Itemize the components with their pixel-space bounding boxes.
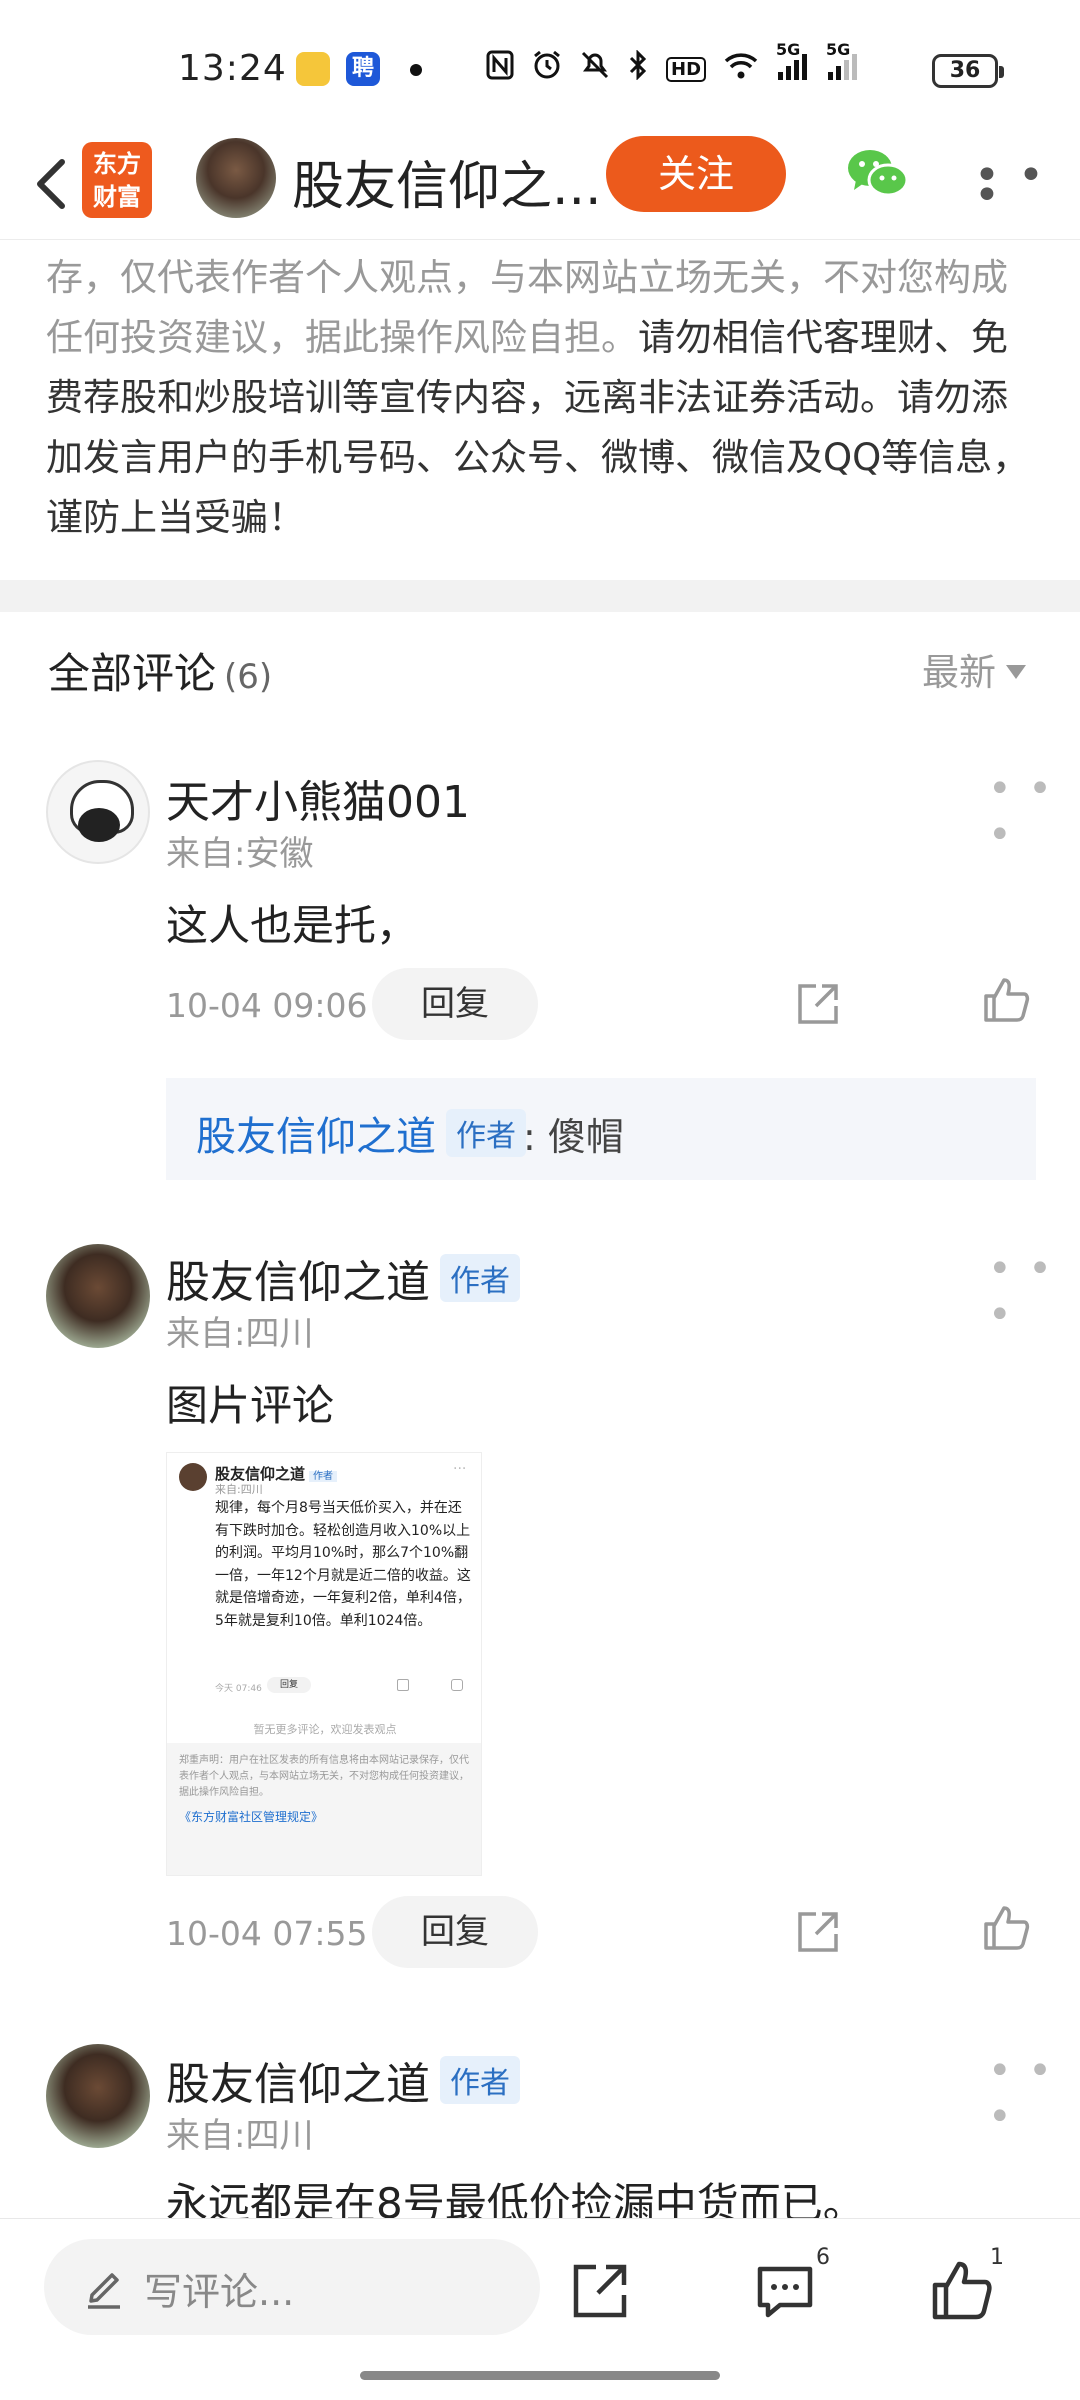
caret-down-icon: [1006, 665, 1026, 679]
share-button[interactable]: [570, 2261, 630, 2321]
recruit-app-icon: 聘: [346, 52, 380, 86]
image-author-badge: 作者: [309, 1471, 338, 1482]
image-like-icon: [451, 1679, 463, 1691]
image-location: 来自:四川: [215, 1483, 263, 1496]
commenter-avatar[interactable]: [46, 2044, 150, 2148]
comment-input[interactable]: 写评论...: [44, 2239, 540, 2335]
status-bar: 13:24 聘 HD 5G 5G 36: [0, 0, 1080, 130]
comments-title: 全部评论 (6): [48, 640, 272, 701]
image-disclaimer-text: 郑重声明：用户在社区发表的所有信息将由本网站记录保存，仅代表作者个人观点，与本网…: [179, 1755, 469, 1798]
comments-count: (6): [224, 657, 273, 697]
comment-body: 这人也是托，: [166, 901, 419, 950]
reply-preview[interactable]: 股友信仰之道 作者 : 傻帽: [166, 1078, 1036, 1180]
home-indicator[interactable]: [360, 2371, 720, 2380]
author-avatar[interactable]: [196, 138, 276, 218]
status-time: 13:24: [178, 48, 287, 89]
commenter-name[interactable]: 股友信仰之道 作者: [166, 2048, 520, 2112]
battery-icon: 36: [932, 54, 1004, 88]
image-avatar: [179, 1463, 207, 1491]
commenter-avatar[interactable]: [46, 1244, 150, 1348]
commenter-avatar[interactable]: [46, 760, 150, 864]
reply-text: : 傻帽: [523, 1115, 624, 1159]
comments-title-label: 全部评论: [48, 649, 217, 698]
bottom-action-bar: 写评论... 6 1: [0, 2218, 1080, 2400]
author-title[interactable]: 股友信仰之...: [292, 144, 602, 219]
like-button[interactable]: [930, 2259, 992, 2321]
image-disclaimer: 郑重声明：用户在社区发表的所有信息将由本网站记录保存，仅代表作者个人观点，与本网…: [167, 1743, 481, 1875]
like-count: 1: [990, 2245, 1004, 2270]
section-divider: [0, 580, 1080, 612]
network-type-1: 5G: [776, 40, 801, 59]
more-options-icon[interactable]: • • •: [974, 154, 1080, 218]
reply-author[interactable]: 股友信仰之道 作者: [196, 1104, 526, 1162]
reply-button[interactable]: 回复: [372, 1896, 538, 1968]
comment-more-icon[interactable]: • • •: [988, 1246, 1080, 1338]
comment-count: 6: [816, 2245, 830, 2270]
top-nav-bar: 东方 财富 股友信仰之... 关注 • • •: [0, 130, 1080, 240]
pencil-icon: [84, 2265, 124, 2309]
signal-1-icon: 5G: [776, 40, 808, 86]
share-icon[interactable]: [796, 982, 840, 1026]
notification-app-icon: [296, 52, 330, 86]
more-notifications-dot: [410, 64, 422, 76]
commenter-name[interactable]: 天才小熊猫001: [166, 766, 470, 830]
comment-more-icon[interactable]: • • •: [988, 766, 1080, 858]
comment-more-icon[interactable]: • • •: [988, 2048, 1080, 2140]
network-type-2: 5G: [826, 40, 851, 59]
signal-2-icon: 5G: [826, 40, 858, 86]
disclaimer-text: 存，仅代表作者个人观点，与本网站立场无关，不对您构成任何投资建议，据此操作风险自…: [46, 248, 1036, 548]
sort-dropdown[interactable]: 最新: [922, 642, 1026, 696]
like-icon[interactable]: [982, 976, 1030, 1024]
author-badge: 作者: [440, 2056, 520, 2104]
comment-image[interactable]: 股友信仰之道 作者 ··· 来自:四川 规律，每个月8号当天低价买入，并在还有下跌…: [166, 1452, 482, 1876]
wifi-icon: [724, 51, 758, 87]
author-badge: 作者: [440, 1254, 520, 1302]
comment-placeholder: 写评论...: [144, 2270, 295, 2314]
commenter-name-text: 股友信仰之道: [166, 1257, 430, 1308]
image-more-icon: ···: [453, 1461, 467, 1477]
image-time: 今天 07:46: [215, 1684, 262, 1694]
reply-button[interactable]: 回复: [372, 968, 538, 1040]
commenter-location: 来自:安徽: [166, 834, 314, 874]
back-button[interactable]: [26, 148, 86, 218]
sort-label: 最新: [922, 651, 996, 694]
logo-line-1: 东方: [93, 150, 141, 178]
comments-button[interactable]: [754, 2263, 816, 2321]
wechat-share-icon[interactable]: [846, 146, 910, 202]
like-icon[interactable]: [982, 1904, 1030, 1952]
logo-line-2: 财富: [93, 183, 141, 211]
image-rules-link: 《东方财富社区管理规定》: [179, 1810, 324, 1824]
follow-button[interactable]: 关注: [606, 136, 786, 212]
comment-time: 10-04 07:55: [166, 1914, 368, 1953]
commenter-name-text: 股友信仰之道: [166, 2059, 430, 2110]
bluetooth-icon: [628, 49, 648, 88]
comment-body: 图片评论: [166, 1381, 335, 1430]
comment-time: 10-04 09:06: [166, 986, 368, 1025]
share-icon[interactable]: [796, 1910, 840, 1954]
author-badge: 作者: [446, 1109, 526, 1157]
alarm-icon: [532, 50, 562, 88]
hd-icon: HD: [666, 56, 707, 82]
status-icons: HD 5G 5G: [486, 40, 858, 88]
image-no-more-text: 暂无更多评论，欢迎发表观点: [253, 1723, 397, 1736]
eastmoney-logo[interactable]: 东方 财富: [82, 142, 152, 218]
image-reply-button: 回复: [267, 1677, 311, 1693]
image-share-icon: [397, 1679, 409, 1691]
commenter-location: 来自:四川: [166, 2116, 314, 2156]
nfc-icon: [486, 50, 514, 88]
image-body: 规律，每个月8号当天低价买入，并在还有下跌时加仓。轻松创造月收入10%以上的利润…: [215, 1500, 471, 1629]
reply-author-name: 股友信仰之道: [196, 1114, 436, 1160]
commenter-location: 来自:四川: [166, 1314, 314, 1354]
mute-icon: [580, 50, 610, 88]
commenter-name[interactable]: 股友信仰之道 作者: [166, 1246, 520, 1310]
